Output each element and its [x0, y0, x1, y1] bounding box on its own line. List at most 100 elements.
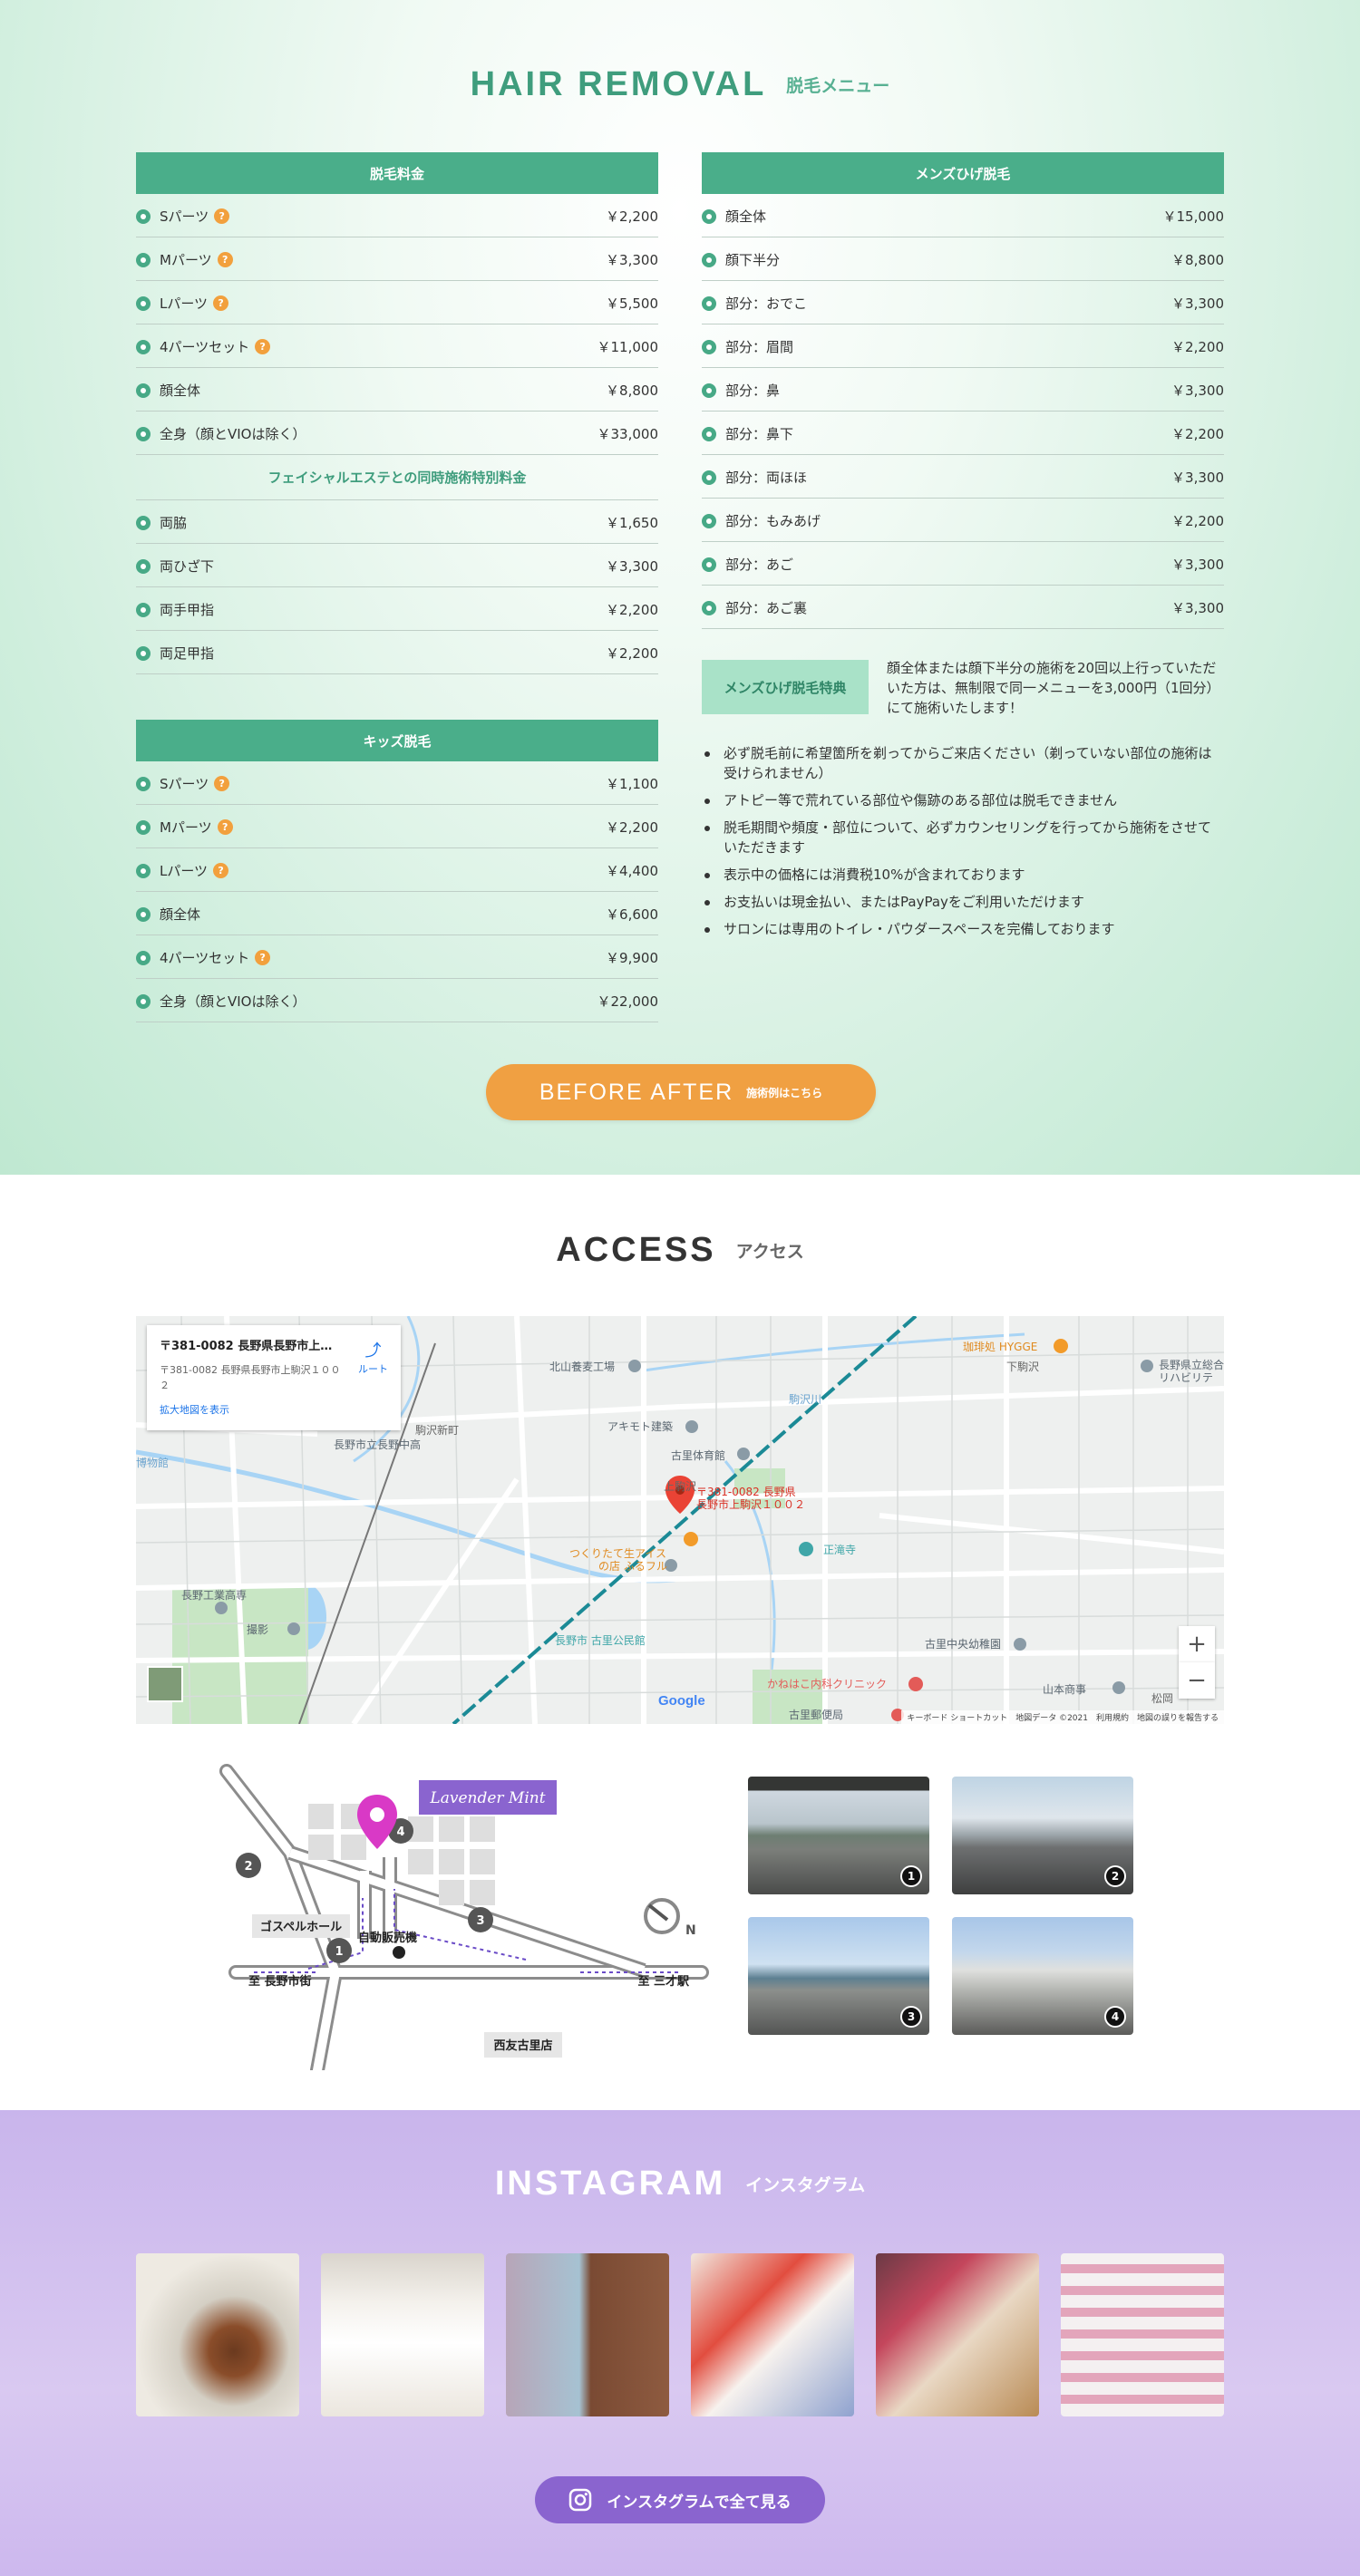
access-photo[interactable]: 2: [952, 1777, 1133, 1894]
help-icon[interactable]: ?: [214, 776, 230, 791]
price-row: 両脇 ￥1,650: [136, 500, 658, 544]
bullet-icon: [702, 339, 716, 354]
note-item: お支払いは現金払い、またはPayPayをご利用いただけます: [702, 892, 1224, 912]
bullet-icon: [136, 863, 151, 878]
bullet-icon: [136, 993, 151, 1009]
bullet-icon: [136, 515, 151, 530]
facial-rows: 両脇 ￥1,650 両ひざ下 ￥3,300 両手甲指 ￥2,200 両足甲指 ￥2,200: [136, 500, 658, 674]
menu-label: 顔下半分: [725, 252, 781, 268]
access-photo[interactable]: 4: [952, 1917, 1133, 2035]
menu-label: Mパーツ: [160, 819, 212, 836]
satellite-toggle[interactable]: [147, 1666, 183, 1702]
route-num: 3: [476, 1914, 484, 1928]
price-row: 顔全体 ￥15,000: [702, 194, 1224, 237]
menu-label: 顔全体: [160, 383, 201, 399]
price-row: 全身（顔とVIOは除く） ￥33,000: [136, 412, 658, 455]
menu-label: 両脇: [160, 515, 188, 531]
route-button[interactable]: ⤴ ルート: [358, 1338, 388, 1376]
map-label: 松岡: [1151, 1692, 1173, 1705]
kids-rows: Sパーツ? ￥1,100 Mパーツ? ￥2,200 Lパーツ? ￥4,400 顔全体 ￥6,6…: [136, 761, 658, 1022]
photo-number: 4: [1104, 2006, 1126, 2028]
menu-label: 部分：両ほほ: [725, 470, 808, 486]
price-row: 全身（顔とVIOは除く） ￥22,000: [136, 979, 658, 1022]
instagram-post[interactable]: [506, 2253, 669, 2416]
instagram-post[interactable]: [876, 2253, 1039, 2416]
hair-removal-section: HAIR REMOVAL 脱毛メニュー 脱毛料金 Sパーツ? ￥2,200 Mパーツ?…: [0, 0, 1360, 1175]
menu-label: 両手甲指: [160, 602, 215, 618]
bonus-tag: メンズひげ脱毛特典: [702, 660, 869, 714]
price-row: 4パーツセット? ￥9,900: [136, 935, 658, 979]
menu-label: 部分：おでこ: [725, 295, 808, 312]
menu-label: 部分：あご: [725, 557, 794, 573]
mens-rows: 顔全体 ￥15,000 顔下半分 ￥8,800 部分：おでこ ￥3,300 部分：眉間 ￥2,…: [702, 194, 1224, 629]
to-nagano-label: 至 長野市街: [248, 1974, 312, 1989]
removal-rows: Sパーツ? ￥2,200 Mパーツ? ￥3,300 Lパーツ? ￥5,500 4パーツセット…: [136, 194, 658, 455]
larger-map-link[interactable]: 拡大地図を表示: [160, 1402, 388, 1417]
map-attribution[interactable]: キーボード ショートカット 地図データ ©2021 利用規約 地図の誤りを報告す…: [901, 1710, 1224, 1724]
to-sansai-label: 至 三才駅: [637, 1974, 690, 1989]
access-photo[interactable]: 3: [748, 1917, 929, 2035]
map-label: 長野工業高専: [181, 1588, 247, 1602]
help-icon[interactable]: ?: [213, 295, 229, 311]
help-icon[interactable]: ?: [255, 950, 271, 965]
price-row: 部分：両ほほ ￥3,300: [702, 455, 1224, 499]
menu-label: Lパーツ: [160, 295, 209, 312]
instagram-view-all-button[interactable]: インスタグラムで全て見る: [535, 2476, 825, 2523]
menu-price: ￥3,300: [1171, 470, 1224, 486]
help-icon[interactable]: ?: [214, 208, 230, 224]
bullet-icon: [136, 208, 151, 224]
kids-price-table: キッズ脱毛 Sパーツ? ￥1,100 Mパーツ? ￥2,200 Lパーツ? ￥4,400 顔…: [136, 720, 658, 1022]
map-label: 上駒沢: [664, 1480, 696, 1493]
menu-price: ￥33,000: [597, 426, 659, 442]
menu-label: 部分：眉間: [725, 339, 794, 355]
map-info-address: 〒381-0082 長野県長野市上駒沢１００２: [160, 1364, 341, 1391]
instagram-post[interactable]: [691, 2253, 854, 2416]
price-row: 部分：おでこ ￥3,300: [702, 281, 1224, 324]
menu-label: 部分：鼻下: [725, 426, 794, 442]
menu-label: 全身（顔とVIOは除く）: [160, 426, 306, 442]
instagram-post[interactable]: [1061, 2253, 1224, 2416]
north-label: N: [685, 1923, 696, 1938]
access-photo[interactable]: 1: [748, 1777, 929, 1894]
bullet-icon: [136, 950, 151, 965]
instagram-heading: INSTAGRAM インスタグラム: [0, 2164, 1360, 2203]
help-icon[interactable]: ?: [213, 863, 229, 878]
menu-price: ￥2,200: [1171, 513, 1224, 529]
bullet-icon: [136, 602, 151, 617]
help-icon[interactable]: ?: [255, 339, 271, 354]
bonus-text: 顔全体または顔下半分の施術を20回以上行っていただいた方は、無制限で同一メニュー…: [887, 660, 1220, 716]
menu-label: 顔全体: [160, 906, 201, 923]
zoom-out-button[interactable]: −: [1179, 1662, 1215, 1699]
seiyu-label: 西友古里店: [493, 2039, 552, 2053]
menu-label: Lパーツ: [160, 863, 209, 879]
help-icon[interactable]: ?: [217, 252, 233, 267]
bullet-icon: [702, 557, 716, 572]
mens-beard-price-table: メンズひげ脱毛 顔全体 ￥15,000 顔下半分 ￥8,800 部分：おでこ ￥3,300…: [702, 152, 1224, 946]
google-map[interactable]: 北山養麦工場 アキモト建築 古里体育館 長野市立長野中高 正滝寺 つくりたて生ア…: [136, 1316, 1224, 1724]
menu-price: ￥2,200: [606, 602, 658, 618]
bullet-icon: [702, 295, 716, 311]
table-header: メンズひげ脱毛: [702, 152, 1224, 194]
access-section: ACCESS アクセス 北山養麦工場 アキモト建築 古里体育館 長野市立長野中高…: [0, 1175, 1360, 2110]
menu-price: ￥3,300: [1171, 383, 1224, 399]
pin-label: 〒381-0082 長野県: [696, 1486, 796, 1498]
menu-price: ￥2,200: [606, 645, 658, 662]
price-row: 顔下半分 ￥8,800: [702, 237, 1224, 281]
map-label: 北山養麦工場: [549, 1360, 615, 1373]
bullet-icon: [136, 426, 151, 441]
menu-price: ￥5,500: [606, 295, 658, 312]
menu-price: ￥15,000: [1162, 208, 1225, 225]
instagram-button-label: インスタグラムで全て見る: [607, 2493, 792, 2512]
instagram-post[interactable]: [321, 2253, 484, 2416]
menu-label: 部分：鼻: [725, 383, 781, 399]
menu-price: ￥6,600: [606, 906, 658, 923]
instagram-post[interactable]: [136, 2253, 299, 2416]
bullet-icon: [136, 252, 151, 267]
section-title-ja: 脱毛メニュー: [786, 76, 890, 96]
help-icon[interactable]: ?: [217, 819, 233, 835]
map-info-card: 〒381-0082 長野県長野市上駒... 〒381-0082 長野県長野市上駒…: [147, 1325, 401, 1430]
bullet-icon: [702, 513, 716, 528]
before-after-button[interactable]: BEFORE AFTER 施術例はこちら: [486, 1064, 876, 1120]
zoom-in-button[interactable]: +: [1179, 1626, 1215, 1662]
map-label: 長野市 古里公民館: [555, 1633, 646, 1647]
